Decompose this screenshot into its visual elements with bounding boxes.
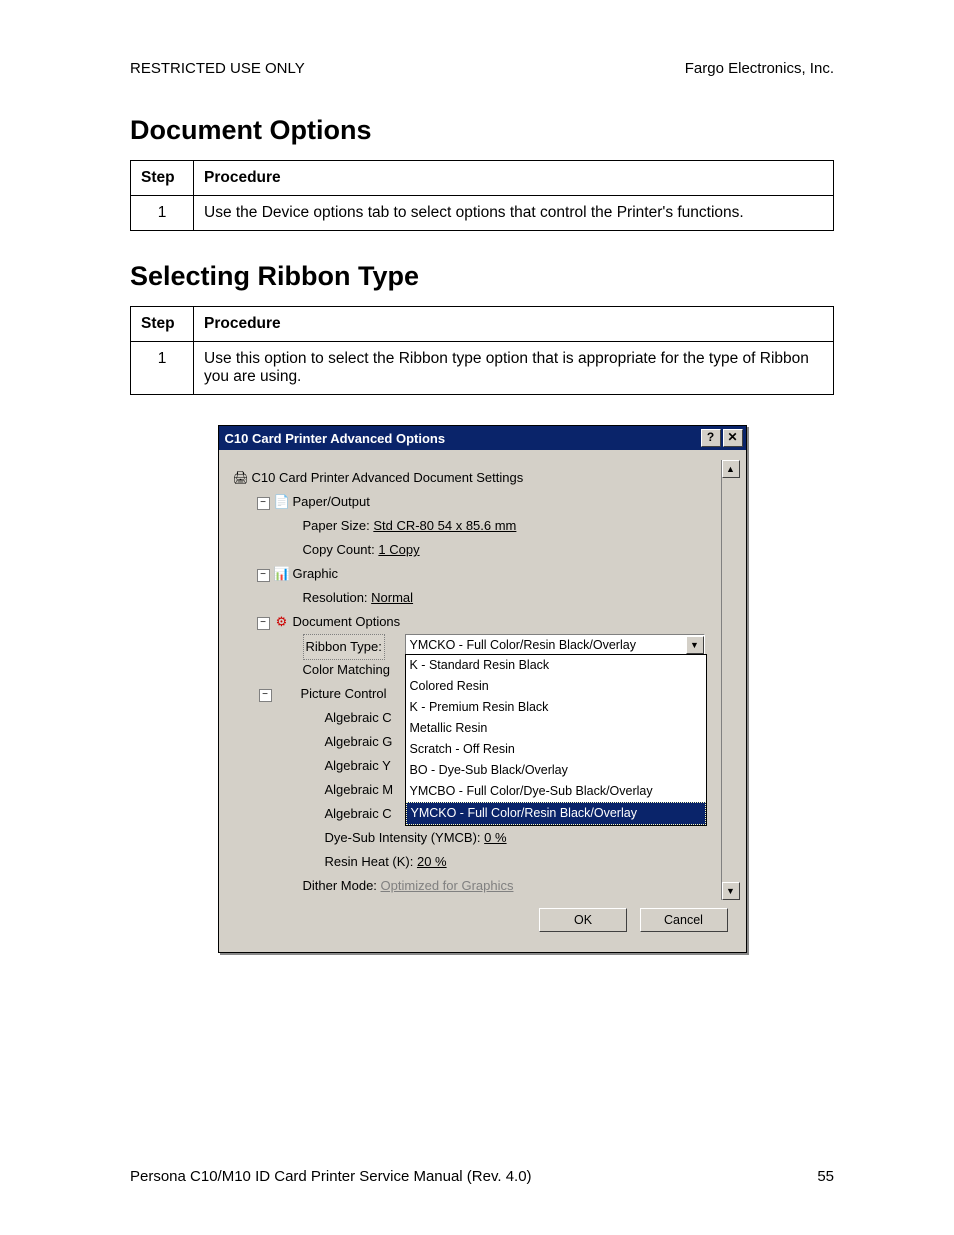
tree-paper-size[interactable]: Paper Size: Std CR-80 54 x 85.6 mm: [233, 514, 740, 538]
table-document-options: Step Procedure 1 Use the Device options …: [130, 160, 834, 231]
collapse-icon[interactable]: −: [259, 689, 272, 702]
collapse-icon[interactable]: −: [257, 617, 270, 630]
tree-paper-output[interactable]: −📄Paper/Output: [233, 490, 740, 514]
document-options-icon: ⚙: [274, 610, 290, 634]
tree-dither-mode[interactable]: Dither Mode: Optimized for Graphics: [233, 874, 740, 898]
cell-step: 1: [131, 196, 194, 231]
graphic-icon: 📊: [274, 562, 290, 586]
ribbon-type-label: Ribbon Type:: [303, 634, 385, 660]
dialog-advanced-options: C10 Card Printer Advanced Options ? ✕ ▲ …: [218, 425, 747, 953]
tree-resin-heat[interactable]: Resin Heat (K): 20 %: [233, 850, 740, 874]
header-left: RESTRICTED USE ONLY: [130, 60, 305, 77]
list-item[interactable]: YMCBO - Full Color/Dye-Sub Black/Overlay: [406, 781, 706, 802]
list-item[interactable]: BO - Dye-Sub Black/Overlay: [406, 760, 706, 781]
list-item[interactable]: Metallic Resin: [406, 718, 706, 739]
scroll-down-icon[interactable]: ▼: [722, 882, 740, 900]
chevron-down-icon[interactable]: ▼: [686, 636, 704, 654]
tree-resolution[interactable]: Resolution: Normal: [233, 586, 740, 610]
th-step: Step: [131, 307, 194, 342]
collapse-icon[interactable]: −: [257, 497, 270, 510]
tree-dye-sub[interactable]: Dye-Sub Intensity (YMCB): 0 %: [233, 826, 740, 850]
tree-copy-count[interactable]: Copy Count: 1 Copy: [233, 538, 740, 562]
cell-procedure: Use the Device options tab to select opt…: [194, 196, 834, 231]
cell-step: 1: [131, 342, 194, 395]
paper-icon: 📄: [274, 490, 290, 514]
tree-graphic[interactable]: −📊Graphic: [233, 562, 740, 586]
th-procedure: Procedure: [194, 161, 834, 196]
tree-document-options[interactable]: −⚙Document Options: [233, 610, 740, 634]
cancel-button[interactable]: Cancel: [640, 908, 728, 932]
dialog-title: C10 Card Printer Advanced Options: [225, 431, 699, 446]
list-item[interactable]: Colored Resin: [406, 676, 706, 697]
printer-icon: 🖨: [233, 466, 249, 490]
ribbon-type-dropdown-list[interactable]: K - Standard Resin Black Colored Resin K…: [405, 654, 707, 826]
header-right: Fargo Electronics, Inc.: [685, 60, 834, 77]
scrollbar[interactable]: ▲ ▼: [721, 460, 740, 900]
collapse-icon[interactable]: −: [257, 569, 270, 582]
scroll-up-icon[interactable]: ▲: [722, 460, 740, 478]
heading-document-options: Document Options: [130, 115, 834, 146]
tree-root[interactable]: 🖨C10 Card Printer Advanced Document Sett…: [233, 466, 740, 490]
table-ribbon-type: Step Procedure 1 Use this option to sele…: [130, 306, 834, 395]
titlebar: C10 Card Printer Advanced Options ? ✕: [219, 426, 746, 450]
table-row: 1 Use the Device options tab to select o…: [131, 196, 834, 231]
ok-button[interactable]: OK: [539, 908, 627, 932]
ribbon-type-dropdown[interactable]: YMCKO - Full Color/Resin Black/Overlay ▼: [405, 634, 705, 656]
list-item[interactable]: K - Standard Resin Black: [406, 655, 706, 676]
table-row: 1 Use this option to select the Ribbon t…: [131, 342, 834, 395]
cell-procedure: Use this option to select the Ribbon typ…: [194, 342, 834, 395]
help-button[interactable]: ?: [701, 429, 721, 447]
list-item[interactable]: K - Premium Resin Black: [406, 697, 706, 718]
footer-left: Persona C10/M10 ID Card Printer Service …: [130, 1168, 532, 1185]
heading-selecting-ribbon-type: Selecting Ribbon Type: [130, 261, 834, 292]
list-item-selected[interactable]: YMCKO - Full Color/Resin Black/Overlay: [406, 802, 706, 825]
th-procedure: Procedure: [194, 307, 834, 342]
tree-ribbon-type[interactable]: Ribbon Type: YMCKO - Full Color/Resin Bl…: [233, 634, 740, 658]
th-step: Step: [131, 161, 194, 196]
page-number: 55: [817, 1168, 834, 1185]
close-button[interactable]: ✕: [723, 429, 743, 447]
list-item[interactable]: Scratch - Off Resin: [406, 739, 706, 760]
